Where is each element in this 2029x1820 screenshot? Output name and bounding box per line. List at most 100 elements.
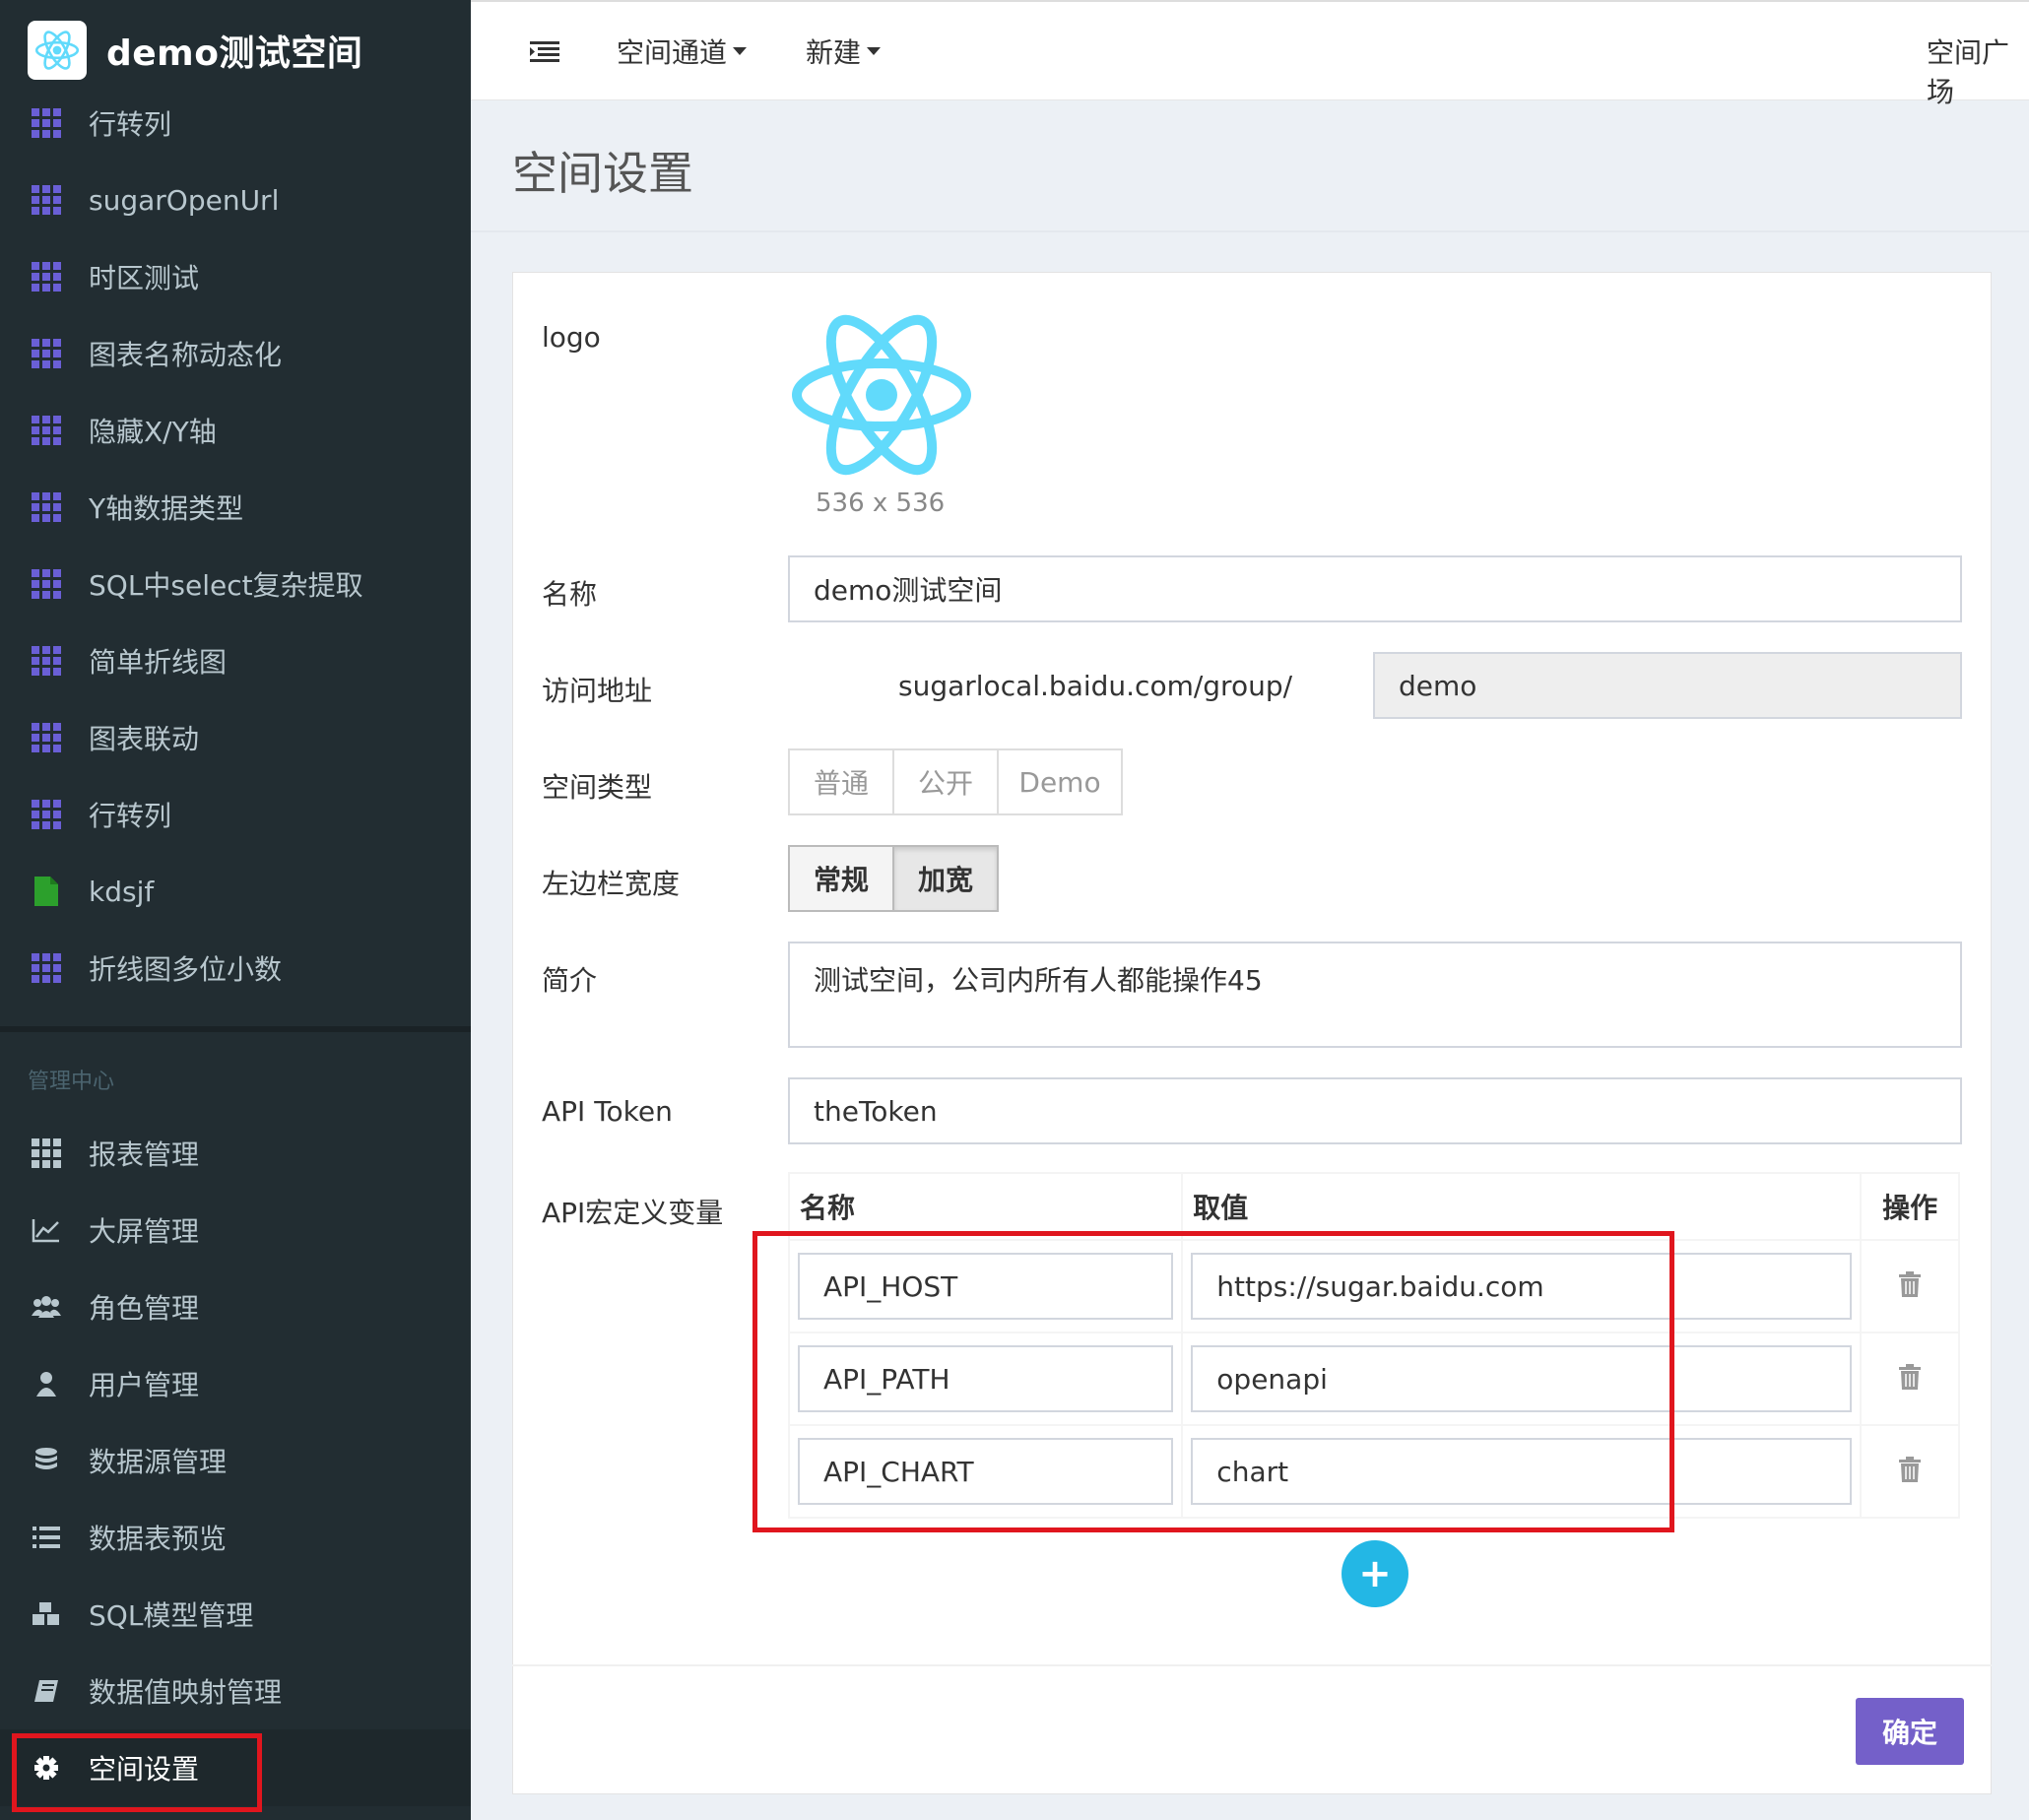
sidebar-item-label: kdsjf bbox=[89, 875, 155, 908]
sidebar-item-chart-linkage[interactable]: 图表联动 bbox=[0, 699, 471, 776]
sidebar-item-timezone-test[interactable]: 时区测试 bbox=[0, 238, 471, 315]
table-header-row: 名称 取值 操作 bbox=[787, 1172, 1960, 1241]
space-type-label: 空间类型 bbox=[542, 771, 653, 804]
col-header-value: 取值 bbox=[1181, 1172, 1863, 1241]
list-icon bbox=[32, 1523, 61, 1552]
sidebar-item-table-preview[interactable]: 数据表预览 bbox=[0, 1499, 471, 1576]
space-type-group: 普通 公开 Demo bbox=[788, 748, 1123, 815]
logo-upload[interactable] bbox=[788, 311, 975, 479]
sidebar-item-role-manage[interactable]: 角色管理 bbox=[0, 1268, 471, 1345]
api-macro-label: API宏定义变量 bbox=[542, 1197, 724, 1229]
sidebar-item-label: SQL中select复杂提取 bbox=[89, 569, 363, 602]
sidebar-item-label: 简单折线图 bbox=[89, 646, 228, 679]
col-header-name: 名称 bbox=[787, 1172, 1184, 1241]
sidebar-item-label: 大屏管理 bbox=[89, 1215, 200, 1248]
sidebar-item-sugaropenurl[interactable]: sugarOpenUrl bbox=[0, 162, 471, 238]
space-channel-dropdown[interactable]: 空间通道 bbox=[617, 32, 748, 71]
sidebar-width-wide-button[interactable]: 加宽 bbox=[892, 845, 999, 912]
sidebar-width-label: 左边栏宽度 bbox=[542, 868, 681, 900]
api-token-label: API Token bbox=[542, 1095, 673, 1128]
user-icon bbox=[32, 1369, 61, 1398]
trash-icon[interactable] bbox=[1899, 1271, 1922, 1301]
sidebar-item-label: sugarOpenUrl bbox=[89, 183, 280, 217]
highlight-box-sidebar bbox=[12, 1733, 262, 1812]
logo-size-text: 536 x 536 bbox=[816, 488, 946, 518]
sidebar-toggle-icon[interactable] bbox=[530, 41, 559, 63]
grid-icon bbox=[32, 262, 61, 292]
grid-icon bbox=[32, 953, 61, 983]
sidebar-item-y-data-type[interactable]: Y轴数据类型 bbox=[0, 469, 471, 546]
space-type-normal-button[interactable]: 普通 bbox=[788, 748, 894, 815]
sidebar-item-label: 角色管理 bbox=[89, 1292, 200, 1325]
grid-icon bbox=[32, 723, 61, 752]
grid-icon bbox=[32, 339, 61, 368]
sidebar-item-row-to-col[interactable]: 行转列 bbox=[0, 85, 471, 162]
cubes-icon bbox=[32, 1599, 61, 1629]
sidebar-item-screen-manage[interactable]: 大屏管理 bbox=[0, 1192, 471, 1268]
line-chart-icon bbox=[32, 1215, 61, 1245]
space-channel-label: 空间通道 bbox=[617, 36, 728, 69]
col-header-op: 操作 bbox=[1860, 1172, 1960, 1241]
react-atom-icon bbox=[792, 314, 971, 476]
highlight-box-macros bbox=[753, 1231, 1674, 1532]
url-input[interactable]: demo bbox=[1373, 652, 1962, 719]
new-dropdown[interactable]: 新建 bbox=[806, 32, 882, 71]
file-icon bbox=[32, 877, 61, 906]
page-title: 空间设置 bbox=[512, 147, 693, 200]
sidebar-width-normal-button[interactable]: 常规 bbox=[788, 845, 894, 912]
sidebar-item-label: Y轴数据类型 bbox=[89, 492, 244, 525]
sidebar-item-simple-line[interactable]: 简单折线图 bbox=[0, 622, 471, 699]
sidebar-item-label: SQL模型管理 bbox=[89, 1599, 254, 1632]
caret-down-icon bbox=[867, 47, 882, 55]
name-input[interactable]: demo测试空间 bbox=[788, 555, 1962, 622]
manage-center-header: 管理中心 bbox=[28, 1070, 115, 1094]
sidebar-item-label: 用户管理 bbox=[89, 1369, 200, 1401]
sidebar-item-label: 图表名称动态化 bbox=[89, 339, 283, 371]
sidebar-item-hide-axis[interactable]: 隐藏X/Y轴 bbox=[0, 392, 471, 469]
url-prefix-text: sugarlocal.baidu.com/group/ bbox=[898, 670, 1293, 702]
grid-icon bbox=[32, 1138, 61, 1168]
sidebar-item-label: 时区测试 bbox=[89, 262, 200, 294]
new-label: 新建 bbox=[806, 36, 862, 69]
space-type-public-button[interactable]: 公开 bbox=[892, 748, 999, 815]
sidebar-item-dynamic-chart-name[interactable]: 图表名称动态化 bbox=[0, 315, 471, 392]
sidebar-item-label: 数据源管理 bbox=[89, 1446, 228, 1478]
sidebar-item-label: 图表联动 bbox=[89, 723, 200, 755]
grid-icon bbox=[32, 646, 61, 676]
intro-label: 简介 bbox=[542, 964, 598, 997]
sidebar-item-label: 数据表预览 bbox=[89, 1523, 228, 1555]
sidebar-item-row-to-col-2[interactable]: 行转列 bbox=[0, 776, 471, 853]
database-icon bbox=[32, 1446, 61, 1475]
grid-icon bbox=[32, 108, 61, 138]
sidebar-item-user-manage[interactable]: 用户管理 bbox=[0, 1345, 471, 1422]
sidebar-item-datasource-manage[interactable]: 数据源管理 bbox=[0, 1422, 471, 1499]
sidebar-item-sql-select[interactable]: SQL中select复杂提取 bbox=[0, 546, 471, 622]
api-token-input[interactable]: theToken bbox=[788, 1077, 1962, 1144]
book-icon bbox=[32, 1676, 61, 1706]
logo-label: logo bbox=[542, 321, 601, 354]
grid-icon bbox=[32, 800, 61, 829]
sidebar-item-kdsjf[interactable]: kdsjf bbox=[0, 853, 471, 930]
sidebar-item-line-decimals[interactable]: 折线图多位小数 bbox=[0, 930, 471, 1007]
top-navbar: 空间通道 新建 空间广场 bbox=[471, 0, 2029, 108]
trash-icon[interactable] bbox=[1899, 1364, 1922, 1394]
space-type-demo-button[interactable]: Demo bbox=[997, 748, 1123, 815]
react-atom-icon bbox=[28, 21, 87, 80]
sidebar-item-sql-model-manage[interactable]: SQL模型管理 bbox=[0, 1576, 471, 1653]
grid-icon bbox=[32, 416, 61, 445]
space-square-link[interactable]: 空间广场 bbox=[1927, 32, 2029, 110]
box-footer-divider bbox=[512, 1664, 1992, 1666]
caret-down-icon bbox=[733, 47, 748, 55]
sidebar-item-label: 行转列 bbox=[89, 108, 172, 141]
sidebar-item-label: 报表管理 bbox=[89, 1138, 200, 1171]
sidebar-item-label: 数据值映射管理 bbox=[89, 1676, 283, 1709]
trash-icon[interactable] bbox=[1899, 1457, 1922, 1486]
intro-textarea[interactable]: 测试空间，公司内所有人都能操作45 bbox=[788, 942, 1962, 1048]
sidebar-item-value-mapping[interactable]: 数据值映射管理 bbox=[0, 1653, 471, 1729]
add-macro-button[interactable]: + bbox=[1342, 1540, 1408, 1607]
submit-button[interactable]: 确定 bbox=[1856, 1698, 1964, 1765]
sidebar-width-group: 常规 加宽 bbox=[788, 845, 999, 912]
grid-icon bbox=[32, 492, 61, 522]
space-square-label: 空间广场 bbox=[1927, 36, 2010, 108]
sidebar-item-report-manage[interactable]: 报表管理 bbox=[0, 1115, 471, 1192]
